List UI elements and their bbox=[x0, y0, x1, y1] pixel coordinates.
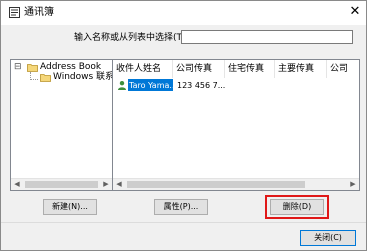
divider bbox=[1, 222, 366, 223]
contact-icon bbox=[118, 81, 126, 90]
delete-highlight-box bbox=[265, 195, 329, 219]
window-title: 通讯簿 bbox=[24, 7, 54, 18]
new-button[interactable]: 新建(N)... bbox=[43, 199, 97, 215]
contact-list[interactable]: 收件人姓名 公司传真 住宅传真 主要传真 公司 Taro Yama... 123… bbox=[112, 59, 360, 191]
address-book-window: 通讯簿 ✕ 输入名称或从列表中选择(T): ⊟ Address Book Win… bbox=[0, 0, 367, 251]
scroll-right-icon[interactable]: ▶ bbox=[100, 179, 112, 190]
folder-icon bbox=[40, 74, 51, 82]
cell-recipient-name[interactable]: Taro Yama... bbox=[129, 80, 177, 91]
properties-button[interactable]: 属性(P)... bbox=[154, 199, 208, 215]
scroll-thumb[interactable] bbox=[127, 181, 305, 188]
close-button[interactable]: 关闭(C) bbox=[300, 230, 356, 246]
cell-company-fax: 123 456 7... bbox=[177, 81, 226, 90]
tree-horizontal-scrollbar[interactable]: ◀ ▶ bbox=[11, 178, 112, 190]
column-header-company-fax[interactable]: 公司传真 bbox=[173, 60, 225, 78]
column-header-home-fax[interactable]: 住宅传真 bbox=[225, 60, 275, 78]
column-header-primary-fax[interactable]: 主要传真 bbox=[275, 60, 327, 78]
column-header-recipient-name[interactable]: 收件人姓名 bbox=[113, 60, 173, 78]
table-row[interactable]: Taro Yama... 123 456 7... bbox=[113, 79, 359, 92]
search-input[interactable] bbox=[181, 30, 353, 44]
title-bar: 通讯簿 ✕ bbox=[1, 1, 366, 25]
scroll-thumb[interactable] bbox=[25, 181, 98, 188]
scroll-right-icon[interactable]: ▶ bbox=[347, 179, 359, 190]
close-icon[interactable]: ✕ bbox=[347, 3, 363, 21]
scroll-left-icon[interactable]: ◀ bbox=[11, 179, 23, 190]
tree-expander-icon[interactable]: ⊟ bbox=[14, 62, 22, 73]
column-header-company[interactable]: 公司 bbox=[327, 60, 359, 78]
list-horizontal-scrollbar[interactable]: ◀ ▶ bbox=[113, 178, 359, 190]
search-label: 输入名称或从列表中选择(T): bbox=[74, 33, 189, 43]
address-book-folder-icon bbox=[27, 64, 38, 72]
scroll-left-icon[interactable]: ◀ bbox=[113, 179, 125, 190]
tree-guide-line bbox=[30, 79, 38, 81]
address-book-icon bbox=[9, 7, 20, 18]
folder-tree[interactable]: ⊟ Address Book Windows 联系人 ◀ ▶ bbox=[10, 59, 113, 191]
tree-item-windows-contacts[interactable]: Windows 联系人 bbox=[53, 72, 112, 83]
